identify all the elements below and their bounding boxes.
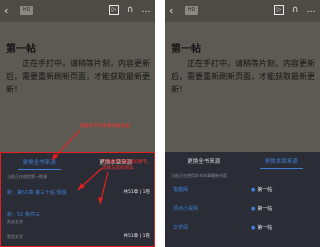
source-row[interactable]: 新：第51章 第三十帖 悄悄 共51章 | 1卷: [7, 187, 150, 199]
source-name: 文学阁: [173, 225, 189, 231]
chapter-source-row[interactable]: 文学阁 ● 第一帖: [173, 223, 312, 233]
source-chapter: ● 第一帖: [251, 206, 273, 212]
source-row-sub: 失去五次: [7, 219, 23, 224]
back-icon[interactable]: ‹: [4, 4, 8, 17]
tab-whole-book-source[interactable]: 更换全书来源: [1, 158, 78, 170]
source-hint: 当前正在使用第一换源: [7, 174, 47, 179]
source-hint: 当前正在使用本书本章最新内容: [171, 173, 227, 178]
droplet-icon: ●: [251, 206, 256, 212]
source-row-sub: 奥里文学: [7, 234, 23, 239]
play-icon[interactable]: ▷: [109, 5, 119, 15]
source-tabs: 更换全书来源 更换本章来源: [165, 157, 320, 169]
right-reader-screen: ‹ HD ▷ ∩ … 第一帖 正在手打中，请稍等片刻，内容更新后，需要重新刷新页…: [165, 0, 320, 247]
source-row-meta: 共51章 | 1卷: [123, 234, 150, 239]
more-icon[interactable]: …: [306, 5, 316, 15]
annotation-callout: 可选择不同来源的章节，选择与您的阅读: [102, 160, 152, 171]
source-name: 笔趣阁: [173, 187, 189, 193]
source-row[interactable]: 奥里文学 共51章 | 1卷: [7, 231, 150, 243]
source-row-meta: 共51章 | 1卷: [123, 190, 150, 195]
annotation-callout: 提醒您不同来源的服务器: [80, 124, 130, 129]
reader-top-bar: ‹ HD ▷ ∩ …: [0, 0, 155, 22]
back-icon[interactable]: ‹: [169, 4, 173, 17]
left-reader-screen: ‹ HD ▷ ∩ … 第一帖 正在手打中，请稍等片刻，内容更新后，需要重新刷新页…: [0, 0, 155, 247]
reader-top-bar: ‹ HD ▷ ∩ …: [165, 0, 320, 22]
chapter-body: 正在手打中，请稍等片刻，内容更新后，需要重新刷新页面，才能获取最新更新！: [171, 59, 315, 94]
source-name: 顶点小说网: [173, 206, 199, 212]
tab-chapter-source[interactable]: 更换本章来源: [243, 157, 320, 169]
source-row-title: 新：第51章 第三十帖 悄悄: [7, 190, 67, 196]
chapter-source-row[interactable]: 笔趣阁 ● 第一帖: [173, 185, 312, 195]
source-chapter: ● 第一帖: [251, 225, 273, 231]
tab-whole-book-source[interactable]: 更换全书来源: [165, 157, 243, 168]
chapter-source-row[interactable]: 顶点小说网 ● 第一帖: [173, 204, 312, 214]
source-switch-sheet: 更换全书来源 更换本章来源 当前正在使用本书本章最新内容 笔趣阁 ● 第一帖 顶点…: [165, 152, 320, 247]
source-tag[interactable]: HD: [20, 6, 33, 15]
more-icon[interactable]: …: [141, 5, 151, 15]
source-row[interactable]: 新：52 条件三 失去五次: [7, 209, 150, 224]
source-chapter: ● 第一帖: [251, 187, 273, 193]
play-icon[interactable]: ▷: [274, 5, 284, 15]
chapter-body: 正在手打中，请稍等片刻，内容更新后，需要重新刷新页面，才能获取最新更新！: [6, 59, 150, 94]
source-tag[interactable]: HD: [185, 6, 198, 15]
droplet-icon: ●: [251, 225, 256, 231]
headphones-icon[interactable]: ∩: [125, 5, 135, 15]
droplet-icon: ●: [251, 187, 256, 193]
chapter-title: 第一帖: [6, 44, 36, 55]
chapter-title: 第一帖: [171, 44, 201, 55]
headphones-icon[interactable]: ∩: [290, 5, 300, 15]
